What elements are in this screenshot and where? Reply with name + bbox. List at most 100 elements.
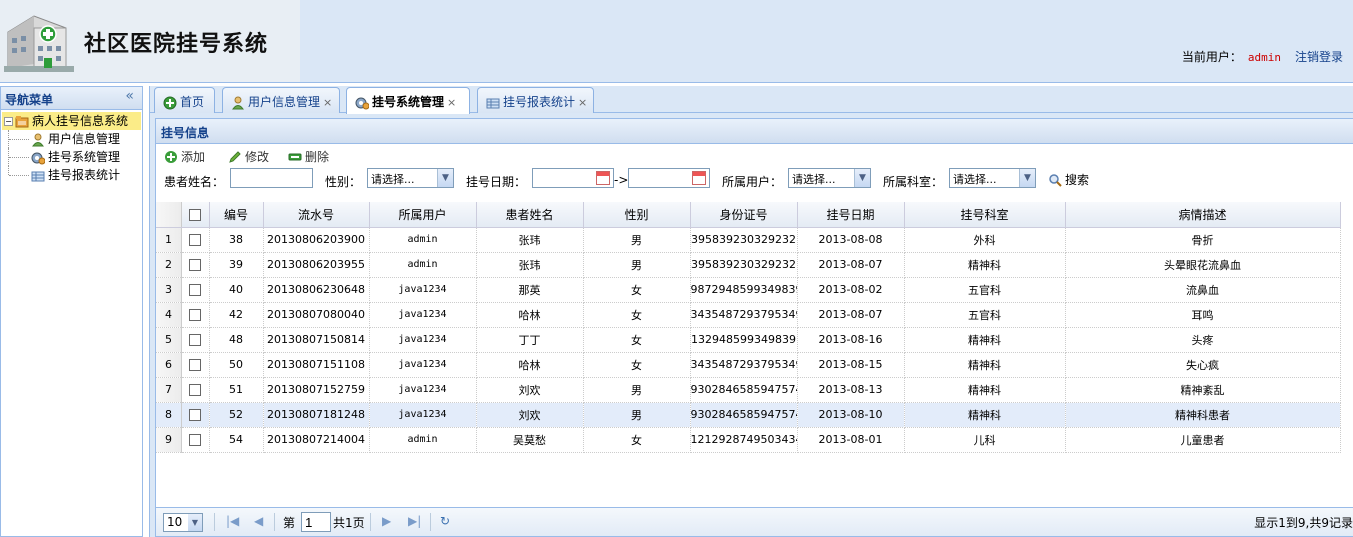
table-row[interactable]: 5 48 20130807150814 java1234 丁丁女 132948599349… [156,327,1341,353]
column-header[interactable]: 性别 [583,202,691,228]
table-row[interactable]: 3 40 20130806230648 java1234 那英女 987294859934… [156,277,1341,303]
nav-title: 导航菜单 [5,93,54,107]
row-number: 9 [156,427,182,453]
delete-icon [288,153,302,160]
tree-root-node[interactable]: − 病人挂号信息系统 [2,112,141,130]
column-header[interactable]: 患者姓名 [476,202,584,228]
app-header: 社区医院挂号系统 当前用户： admin 注销登录 [0,0,1353,83]
next-page-icon[interactable]: ▶ [382,514,391,528]
row-number: 8 [156,402,182,428]
row-select-cell[interactable] [181,402,210,428]
table-row[interactable]: 4 42 20130807080040 java1234 哈林女 343548729379… [156,302,1341,328]
pager-separator [214,513,215,531]
user-select[interactable]: 请选择... ▼ [788,168,871,188]
cell-idcard: 395839230329232 [690,227,798,253]
last-page-icon[interactable]: ▶| [408,514,421,528]
sidebar-item-label: 挂号系统管理 [48,150,121,164]
column-header[interactable]: 挂号科室 [904,202,1066,228]
column-header[interactable]: 病情描述 [1065,202,1341,228]
cell-date: 2013-08-08 [797,227,905,253]
prev-page-icon[interactable]: ◀ [254,514,263,528]
close-icon[interactable]: × [447,96,456,109]
row-select-cell[interactable] [181,227,210,253]
date-from-input[interactable] [532,168,614,188]
sidebar-item-registration-management[interactable]: 挂号系统管理 [1,148,142,166]
double-chevron-left-icon[interactable]: « [125,88,134,104]
row-checkbox[interactable] [189,409,201,421]
cell-id: 42 [209,302,264,328]
row-select-cell[interactable] [181,352,210,378]
table-row[interactable]: 9 54 20130807214004 admin 吴莫愁女 12129287495034… [156,427,1341,453]
select-all-checkbox[interactable] [189,208,201,221]
tab-home[interactable]: 首页 [154,87,215,113]
cell-dept: 外科 [904,227,1066,253]
row-select-cell[interactable] [181,327,210,353]
close-icon[interactable]: × [323,96,332,109]
table-row[interactable]: 1 38 20130806203900 admin 张玮男 395839230329232… [156,227,1341,253]
cell-desc: 流鼻血 [1065,277,1341,303]
edit-button[interactable]: 修改 [228,148,269,165]
search-button[interactable]: 搜索 [1048,171,1089,188]
add-button[interactable]: 添加 [164,148,205,165]
column-header[interactable]: 挂号日期 [797,202,905,228]
row-number: 7 [156,377,182,403]
table-row[interactable]: 8 52 20130807181248 java1234 刘欢男 930284658594… [156,402,1341,428]
tab-registration-report[interactable]: 挂号报表统计 × [477,87,594,113]
row-checkbox[interactable] [189,259,201,271]
row-select-cell[interactable] [181,302,210,328]
date-to-input[interactable] [628,168,710,188]
cell-dept: 精神科 [904,327,1066,353]
row-checkbox[interactable] [189,234,201,246]
registration-panel: 挂号信息 添加 修改 删除 患者姓名： 性别： 请选择... ▼ 挂号日期： ->… [155,118,1353,537]
row-checkbox[interactable] [189,434,201,446]
cell-user: admin [369,252,477,278]
column-header[interactable]: 身份证号 [690,202,798,228]
row-checkbox[interactable] [189,284,201,296]
row-checkbox[interactable] [189,384,201,396]
row-checkbox[interactable] [189,309,201,321]
column-header[interactable]: 编号 [209,202,264,228]
gender-select[interactable]: 请选择... ▼ [367,168,454,188]
cell-name: 张玮 [476,227,584,253]
logout-link[interactable]: 注销登录 [1295,50,1343,64]
row-select-cell[interactable] [181,427,210,453]
column-header[interactable]: 流水号 [263,202,370,228]
tab-registration-management[interactable]: 挂号系统管理 × [346,87,470,114]
table-row[interactable]: 2 39 20130806203955 admin 张玮男 395839230329232… [156,252,1341,278]
refresh-icon[interactable]: ↻ [440,514,450,528]
row-checkbox[interactable] [189,359,201,371]
user-label: 所属用户： [722,175,783,189]
user-select-value: 请选择... [792,173,836,186]
column-header[interactable]: 所属用户 [369,202,477,228]
row-checkbox[interactable] [189,334,201,346]
first-page-icon[interactable]: |◀ [226,514,239,528]
date-separator: -> [614,173,629,187]
collapse-toggle-icon[interactable]: − [4,117,13,126]
calendar-icon[interactable] [596,171,610,185]
report-icon [486,98,500,108]
cell-desc: 头晕眼花流鼻血 [1065,252,1341,278]
dept-select[interactable]: 请选择... ▼ [949,168,1036,188]
page-size-select[interactable]: 10 ▼ [163,513,203,532]
table-row[interactable]: 6 50 20130807151108 java1234 哈林女 343548729379… [156,352,1341,378]
select-all-header[interactable] [181,202,210,228]
row-select-cell[interactable] [181,377,210,403]
tab-user-management[interactable]: 用户信息管理 × [222,87,340,113]
row-select-cell[interactable] [181,277,210,303]
cell-serial: 20130807214004 [263,427,370,453]
sidebar-item-user-management[interactable]: 用户信息管理 [1,130,142,148]
sidebar-item-registration-report[interactable]: 挂号报表统计 [1,166,142,184]
delete-button[interactable]: 删除 [288,148,329,165]
page-number-input[interactable] [301,512,331,532]
row-select-cell[interactable] [181,252,210,278]
nav-tree: − 病人挂号信息系统 用户信息管理 挂号系统管理 挂号报表统计 [1,110,142,184]
cell-desc: 精神科患者 [1065,402,1341,428]
cell-idcard: 9872948599349839 [690,277,798,303]
cell-desc: 儿童患者 [1065,427,1341,453]
close-icon[interactable]: × [578,96,587,109]
calendar-icon[interactable] [692,171,706,185]
pencil-icon [229,150,241,163]
table-row[interactable]: 7 51 20130807152759 java1234 刘欢男 930284658594… [156,377,1341,403]
user-icon [32,133,44,146]
patient-name-input[interactable] [230,168,313,188]
